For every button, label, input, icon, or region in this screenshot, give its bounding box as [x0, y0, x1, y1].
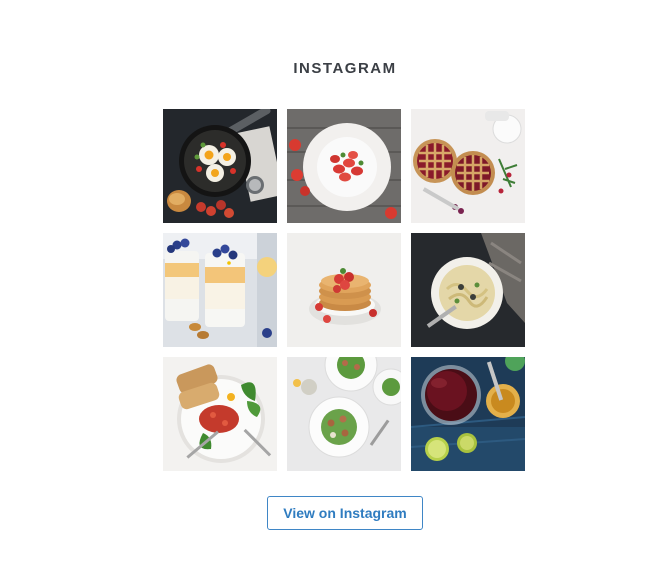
photo-tile-berry-pies[interactable]: [411, 109, 525, 223]
salad-plates-photo: [287, 357, 401, 471]
pasta-bowl-photo: [411, 233, 525, 347]
photo-tile-yogurt-parfaits[interactable]: [163, 233, 277, 347]
instagram-widget: INSTAGRAM View on Instagram: [0, 0, 661, 577]
wine-honey-photo: [411, 357, 525, 471]
pancake-stack-photo: [287, 233, 401, 347]
yogurt-parfaits-photo: [163, 233, 277, 347]
strawberry-plate-photo: [287, 109, 401, 223]
photo-grid: [163, 109, 525, 471]
photo-tile-toast-salad[interactable]: [163, 357, 277, 471]
photo-tile-pancake-stack[interactable]: [287, 233, 401, 347]
photo-tile-strawberry-plate[interactable]: [287, 109, 401, 223]
button-wrapper: View on Instagram: [267, 496, 423, 530]
eggs-skillet-photo: [163, 109, 277, 223]
toast-salad-photo: [163, 357, 277, 471]
berry-pies-photo: [411, 109, 525, 223]
view-on-instagram-button[interactable]: View on Instagram: [267, 496, 423, 530]
photo-tile-wine-honey[interactable]: [411, 357, 525, 471]
photo-tile-pasta-bowl[interactable]: [411, 233, 525, 347]
instagram-title: INSTAGRAM: [293, 60, 397, 77]
photo-tile-salad-plates[interactable]: [287, 357, 401, 471]
photo-tile-eggs-skillet[interactable]: [163, 109, 277, 223]
